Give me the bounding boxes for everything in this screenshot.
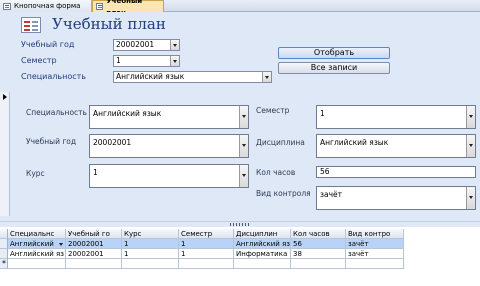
year-filter-label: Учебный год xyxy=(21,40,75,49)
discipline-value: Английский язык xyxy=(320,138,389,147)
semester-filter-value: 1 xyxy=(116,56,121,65)
column-header[interactable]: Курс xyxy=(122,229,179,239)
specialty-filter-combo[interactable]: Английский язык xyxy=(113,71,272,83)
year-value: 20002001 xyxy=(93,138,132,147)
table-cell[interactable]: 56 xyxy=(291,239,346,249)
select-all-corner[interactable] xyxy=(0,229,8,239)
table-cell[interactable] xyxy=(234,259,291,269)
chevron-down-icon[interactable] xyxy=(262,72,271,82)
splitter-grip-icon[interactable] xyxy=(230,223,250,226)
specialty-combo[interactable]: Английский язык xyxy=(89,105,249,129)
semester-value: 1 xyxy=(320,109,325,118)
table-cell[interactable]: 1 xyxy=(122,239,179,249)
chevron-down-icon[interactable] xyxy=(466,106,475,128)
chevron-down-icon[interactable] xyxy=(170,56,179,66)
course-label: Курс xyxy=(26,169,45,178)
chevron-down-icon[interactable] xyxy=(59,243,63,246)
document-tabs: Кнопочная форма Учебный план xyxy=(0,0,480,17)
form-icon xyxy=(96,3,104,10)
chevron-down-icon[interactable] xyxy=(170,40,179,50)
record-selector[interactable] xyxy=(0,92,10,216)
datasheet: Специальнс Учебный го Курс Семестр Дисци… xyxy=(0,227,480,286)
select-button[interactable]: Отобрать xyxy=(278,47,390,59)
discipline-label: Дисциплина xyxy=(256,138,305,147)
course-combo[interactable]: 1 xyxy=(89,164,249,188)
hours-field[interactable]: 56 xyxy=(316,166,476,178)
control-type-value: зачёт xyxy=(320,190,342,199)
table-cell[interactable] xyxy=(66,259,122,269)
discipline-combo[interactable]: Английский язык xyxy=(316,134,476,158)
form-icon xyxy=(21,17,41,33)
column-header[interactable]: Кол часов xyxy=(291,229,346,239)
column-header[interactable]: Семестр xyxy=(179,229,234,239)
row-selector[interactable]: * xyxy=(0,259,8,269)
table-cell[interactable]: Информатика xyxy=(234,249,291,259)
year-filter-value: 20002001 xyxy=(116,40,155,49)
chevron-down-icon[interactable] xyxy=(239,106,248,128)
table-cell[interactable]: зачёт xyxy=(346,239,404,249)
page-title: Учебный план xyxy=(52,15,166,33)
tab-label: Кнопочная форма xyxy=(14,2,81,10)
form-header: Учебный план Учебный год 20002001 Семест… xyxy=(0,12,480,92)
specialty-label: Специальность xyxy=(26,108,87,117)
table-cell[interactable] xyxy=(291,259,346,269)
table-cell[interactable]: 38 xyxy=(291,249,346,259)
table-cell[interactable] xyxy=(8,259,66,269)
table-cell[interactable]: 1 xyxy=(179,239,234,249)
column-header[interactable]: Учебный го xyxy=(66,229,122,239)
semester-filter-label: Семестр xyxy=(21,56,57,65)
table-cell[interactable]: Английский яз xyxy=(234,239,291,249)
specialty-filter-label: Специальность xyxy=(21,72,87,81)
control-type-combo[interactable]: зачёт xyxy=(316,186,476,210)
semester-filter-combo[interactable]: 1 xyxy=(113,55,180,67)
table-cell[interactable] xyxy=(179,259,234,269)
table-cell[interactable]: 20002001 xyxy=(66,239,122,249)
column-header[interactable]: Вид контро xyxy=(346,229,404,239)
year-filter-combo[interactable]: 20002001 xyxy=(113,39,180,51)
row-selector[interactable] xyxy=(0,239,8,249)
tab-study-plan[interactable]: Учебный план xyxy=(92,0,164,17)
chevron-down-icon[interactable] xyxy=(239,165,248,187)
year-combo[interactable]: 20002001 xyxy=(89,134,249,158)
row-selector[interactable] xyxy=(0,249,8,259)
new-record-icon: * xyxy=(2,259,6,268)
year-label: Учебный год xyxy=(26,137,77,146)
table-cell[interactable]: 1 xyxy=(122,249,179,259)
table-cell[interactable]: зачёт xyxy=(346,249,404,259)
form-detail: Специальность Английский язык Учебный го… xyxy=(0,92,480,221)
table-cell[interactable]: Английский яз xyxy=(8,249,66,259)
chevron-down-icon[interactable] xyxy=(239,135,248,157)
column-header[interactable]: Дисциплин xyxy=(234,229,291,239)
table-cell[interactable]: Английский xyxy=(8,239,66,249)
cell-text: Английский xyxy=(10,240,54,248)
table-cell[interactable] xyxy=(346,259,404,269)
specialty-filter-value: Английский язык xyxy=(116,72,185,81)
table-cell[interactable] xyxy=(122,259,179,269)
semester-combo[interactable]: 1 xyxy=(316,105,476,129)
hours-label: Кол часов xyxy=(256,168,296,177)
all-records-button[interactable]: Все записи xyxy=(278,62,390,74)
column-header[interactable]: Специальнс xyxy=(8,229,66,239)
chevron-down-icon[interactable] xyxy=(466,187,475,209)
specialty-value: Английский язык xyxy=(93,109,162,118)
current-record-icon xyxy=(3,94,7,100)
tab-switchboard[interactable]: Кнопочная форма xyxy=(0,0,92,12)
course-value: 1 xyxy=(93,168,98,177)
semester-label: Семестр xyxy=(256,106,290,115)
chevron-down-icon[interactable] xyxy=(466,135,475,157)
table-cell[interactable]: 1 xyxy=(179,249,234,259)
control-type-label: Вид контроля xyxy=(256,189,311,198)
form-icon xyxy=(3,2,11,10)
table-cell[interactable]: 20002001 xyxy=(66,249,122,259)
